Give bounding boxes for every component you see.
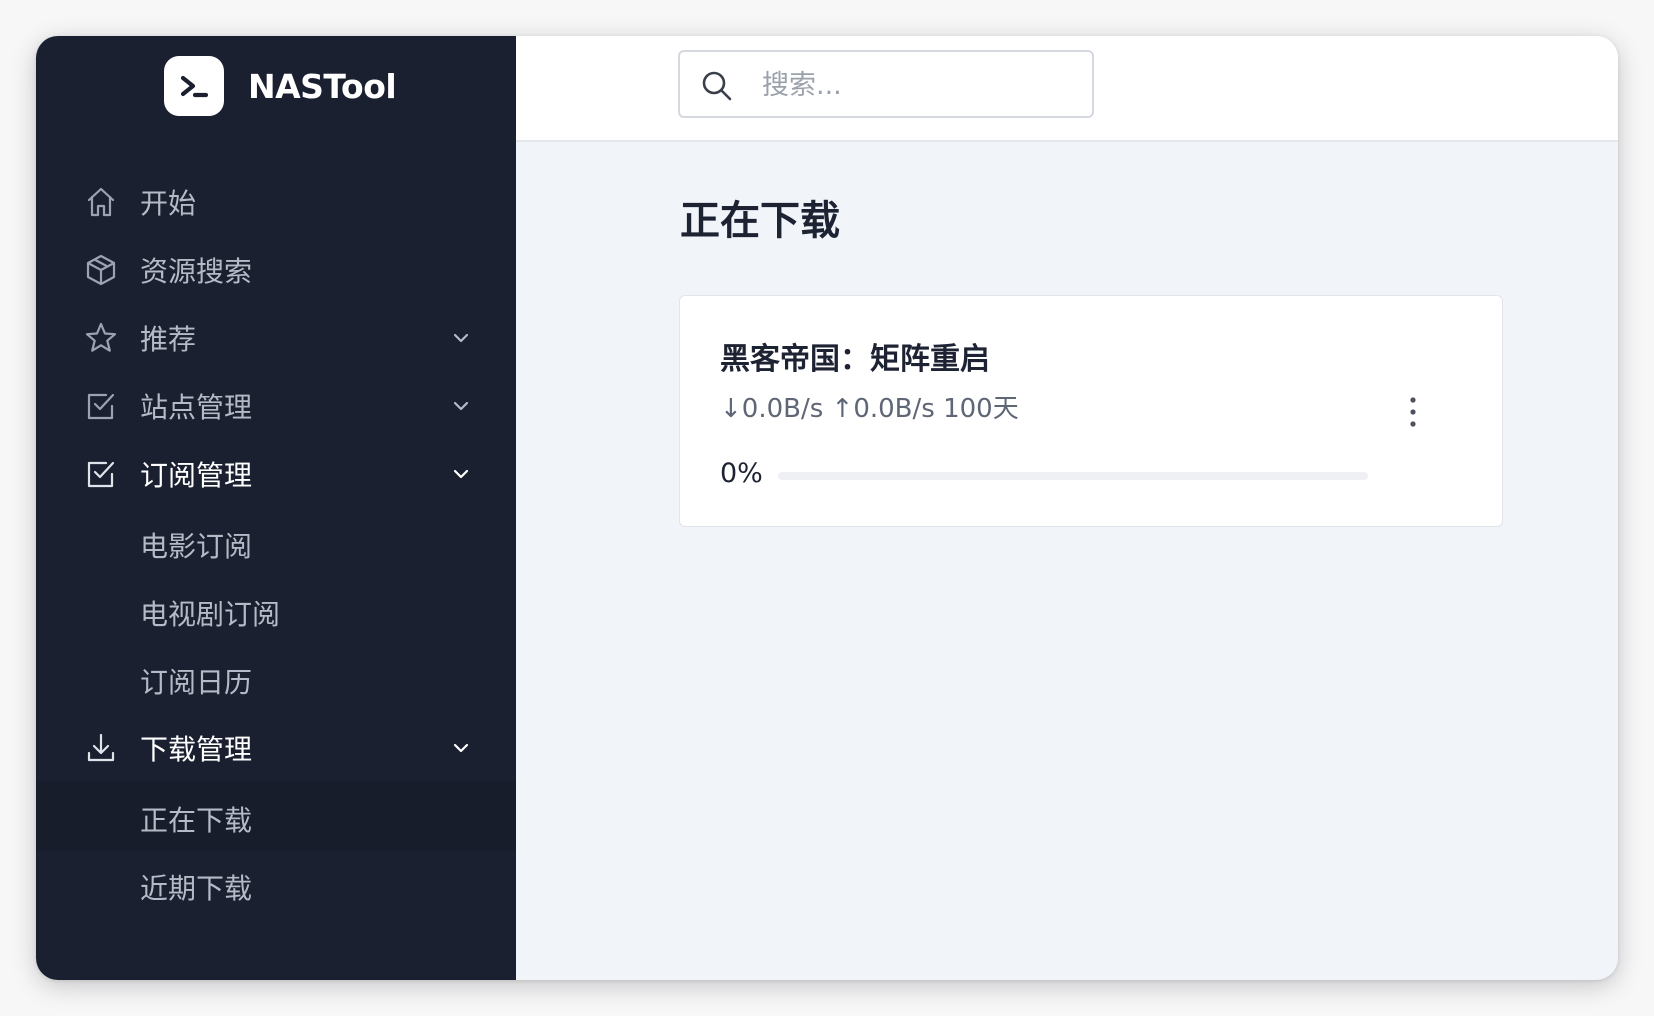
sidebar-item-label: 资源搜索 bbox=[140, 255, 253, 288]
progress-bar bbox=[778, 472, 1368, 480]
cube-icon bbox=[86, 254, 116, 286]
download-icon bbox=[87, 733, 115, 762]
chevron-down-icon bbox=[453, 469, 469, 479]
page-title: 正在下载 bbox=[680, 198, 840, 244]
sidebar-subitem-downloading[interactable]: 正在下载 bbox=[36, 781, 516, 851]
top-bar bbox=[516, 36, 1618, 142]
chevron-down-icon bbox=[453, 401, 469, 411]
download-card[interactable]: 黑客帝国：矩阵重启 ↓0.0B/s ↑0.0B/s 100天 0% bbox=[679, 295, 1503, 527]
progress-percent: 0% bbox=[720, 458, 763, 489]
download-title: 黑客帝国：矩阵重启 bbox=[720, 342, 990, 377]
sidebar-item-resource-search[interactable]: 资源搜索 bbox=[36, 235, 516, 305]
terminal-logo-icon bbox=[164, 56, 224, 116]
app-window: NASTool 开始 资源搜索 推荐 站点管理 订阅管理 电影订阅 电视剧订阅 … bbox=[36, 36, 1618, 980]
more-vertical-icon[interactable] bbox=[1400, 392, 1426, 432]
sidebar-item-start[interactable]: 开始 bbox=[36, 167, 516, 237]
sidebar: NASTool 开始 资源搜索 推荐 站点管理 订阅管理 电影订阅 电视剧订阅 … bbox=[36, 36, 516, 980]
checkbox-icon bbox=[87, 461, 115, 488]
sidebar-item-download-management[interactable]: 下载管理 bbox=[36, 713, 516, 783]
chevron-down-icon bbox=[453, 743, 469, 753]
app-name: NASTool bbox=[248, 66, 397, 106]
sidebar-subitem-recent-downloads[interactable]: 近期下载 bbox=[36, 849, 516, 919]
sidebar-item-label: 订阅管理 bbox=[140, 459, 253, 492]
sidebar-item-label: 开始 bbox=[140, 187, 197, 220]
brand[interactable]: NASTool bbox=[164, 56, 397, 116]
download-stats: ↓0.0B/s ↑0.0B/s 100天 bbox=[720, 394, 1019, 424]
checkbox-icon bbox=[87, 393, 115, 420]
sidebar-item-label: 下载管理 bbox=[140, 733, 253, 766]
sidebar-subitem-label: 正在下载 bbox=[140, 804, 253, 837]
sidebar-subitem-label: 近期下载 bbox=[140, 872, 253, 905]
sidebar-subitem-subscription-calendar[interactable]: 订阅日历 bbox=[36, 643, 516, 713]
search-icon bbox=[702, 71, 732, 101]
sidebar-item-label: 推荐 bbox=[140, 323, 197, 356]
chevron-down-icon bbox=[453, 333, 469, 343]
sidebar-subitem-label: 订阅日历 bbox=[140, 666, 253, 699]
sidebar-subitem-label: 电影订阅 bbox=[140, 530, 253, 563]
sidebar-item-site-management[interactable]: 站点管理 bbox=[36, 371, 516, 441]
sidebar-subitem-label: 电视剧订阅 bbox=[140, 598, 281, 631]
sidebar-subitem-movie-subscription[interactable]: 电影订阅 bbox=[36, 507, 516, 577]
star-icon bbox=[85, 322, 117, 352]
home-icon bbox=[87, 187, 115, 217]
search-box[interactable] bbox=[678, 50, 1094, 118]
sidebar-item-recommend[interactable]: 推荐 bbox=[36, 303, 516, 373]
sidebar-subitem-tv-subscription[interactable]: 电视剧订阅 bbox=[36, 575, 516, 645]
search-input[interactable] bbox=[760, 62, 1074, 108]
sidebar-item-label: 站点管理 bbox=[140, 391, 253, 424]
sidebar-item-subscription-management[interactable]: 订阅管理 bbox=[36, 439, 516, 509]
